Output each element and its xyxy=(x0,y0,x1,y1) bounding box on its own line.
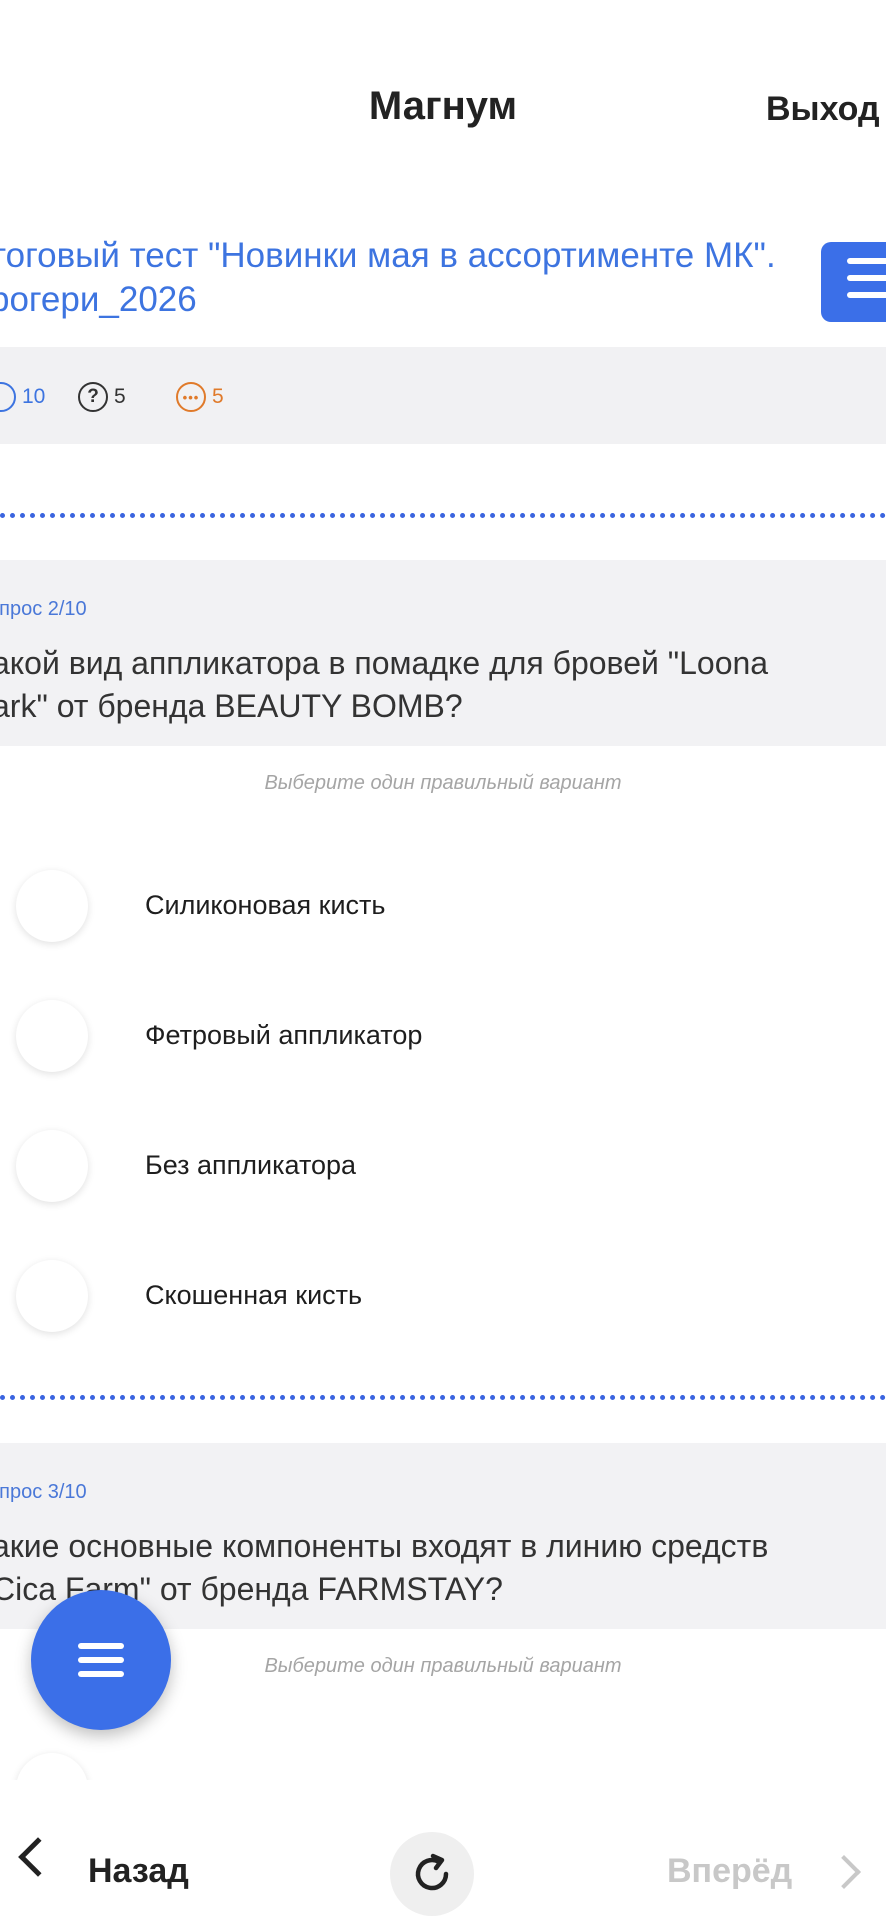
section-divider xyxy=(0,1395,886,1400)
radio-button[interactable] xyxy=(16,1753,88,1780)
more-dots-icon: ••• xyxy=(176,382,206,412)
logout-button[interactable]: Выход xyxy=(766,90,880,129)
test-title-line2: рогери_2026 xyxy=(0,280,197,319)
answer-option[interactable]: Скошенная кисть xyxy=(0,1242,886,1352)
answer-option[interactable]: Силиконовая кисть xyxy=(0,852,886,962)
question-header: опрос 2/10 акой вид аппликатора в помадк… xyxy=(0,560,886,746)
stat-unanswered: ? 5 xyxy=(78,382,126,412)
question-list-fab[interactable] xyxy=(31,1590,171,1730)
stat-pending: ••• 5 xyxy=(176,382,224,412)
stats-bar: 10 ? 5 ••• 5 xyxy=(0,347,886,444)
refresh-icon xyxy=(415,1853,449,1891)
refresh-button[interactable] xyxy=(390,1832,474,1916)
question-icon: ? xyxy=(78,382,108,412)
app-header: Магнум Выход xyxy=(0,0,886,220)
stat-pending-value: 5 xyxy=(212,385,224,408)
test-title-line1: тоговый тест "Новинки мая в ассортименте… xyxy=(0,236,776,275)
back-button[interactable]: Назад xyxy=(88,1852,189,1891)
answer-option[interactable] xyxy=(0,1735,886,1780)
menu-icon-bar xyxy=(78,1671,124,1677)
question-text-line1: акие основные компоненты входят в линию … xyxy=(0,1528,769,1564)
stat-total-value: 10 xyxy=(22,385,46,408)
question-text-line1: акой вид аппликатора в помадке для брове… xyxy=(0,645,769,681)
test-title: тоговый тест "Новинки мая в ассортименте… xyxy=(0,234,806,322)
menu-icon-bar xyxy=(847,275,886,281)
radio-button[interactable] xyxy=(16,1130,88,1202)
radio-button[interactable] xyxy=(16,1260,88,1332)
question-text-line2: ark" от бренда BEAUTY BOMB? xyxy=(0,688,463,724)
answer-option-label: Скошенная кисть xyxy=(145,1280,363,1310)
radio-button[interactable] xyxy=(16,1000,88,1072)
section-divider xyxy=(0,513,886,518)
answer-option[interactable]: Фетровый аппликатор xyxy=(0,982,886,1092)
menu-icon-bar xyxy=(847,292,886,298)
menu-button[interactable] xyxy=(821,242,886,322)
stat-unanswered-value: 5 xyxy=(114,385,126,408)
stat-total: 10 xyxy=(0,382,45,412)
menu-icon-bar xyxy=(847,258,886,264)
menu-icon-bar xyxy=(78,1643,124,1649)
answer-option-label: Без аппликатора xyxy=(145,1150,357,1180)
answer-hint: Выберите один правильный вариант xyxy=(264,772,622,794)
answer-option-label: Силиконовая кисть xyxy=(145,890,386,920)
clock-icon xyxy=(0,382,16,412)
forward-button[interactable]: Вперёд xyxy=(667,1852,792,1891)
question-text: акой вид аппликатора в помадке для брове… xyxy=(0,642,872,728)
answer-option-label: Фетровый аппликатор xyxy=(145,1020,423,1050)
answer-option[interactable]: Без аппликатора xyxy=(0,1112,886,1222)
menu-icon-bar xyxy=(78,1657,124,1663)
app-title: Магнум xyxy=(368,84,518,128)
question-number: опрос 2/10 xyxy=(0,598,87,620)
question-number: опрос 3/10 xyxy=(0,1481,87,1503)
radio-button[interactable] xyxy=(16,870,88,942)
